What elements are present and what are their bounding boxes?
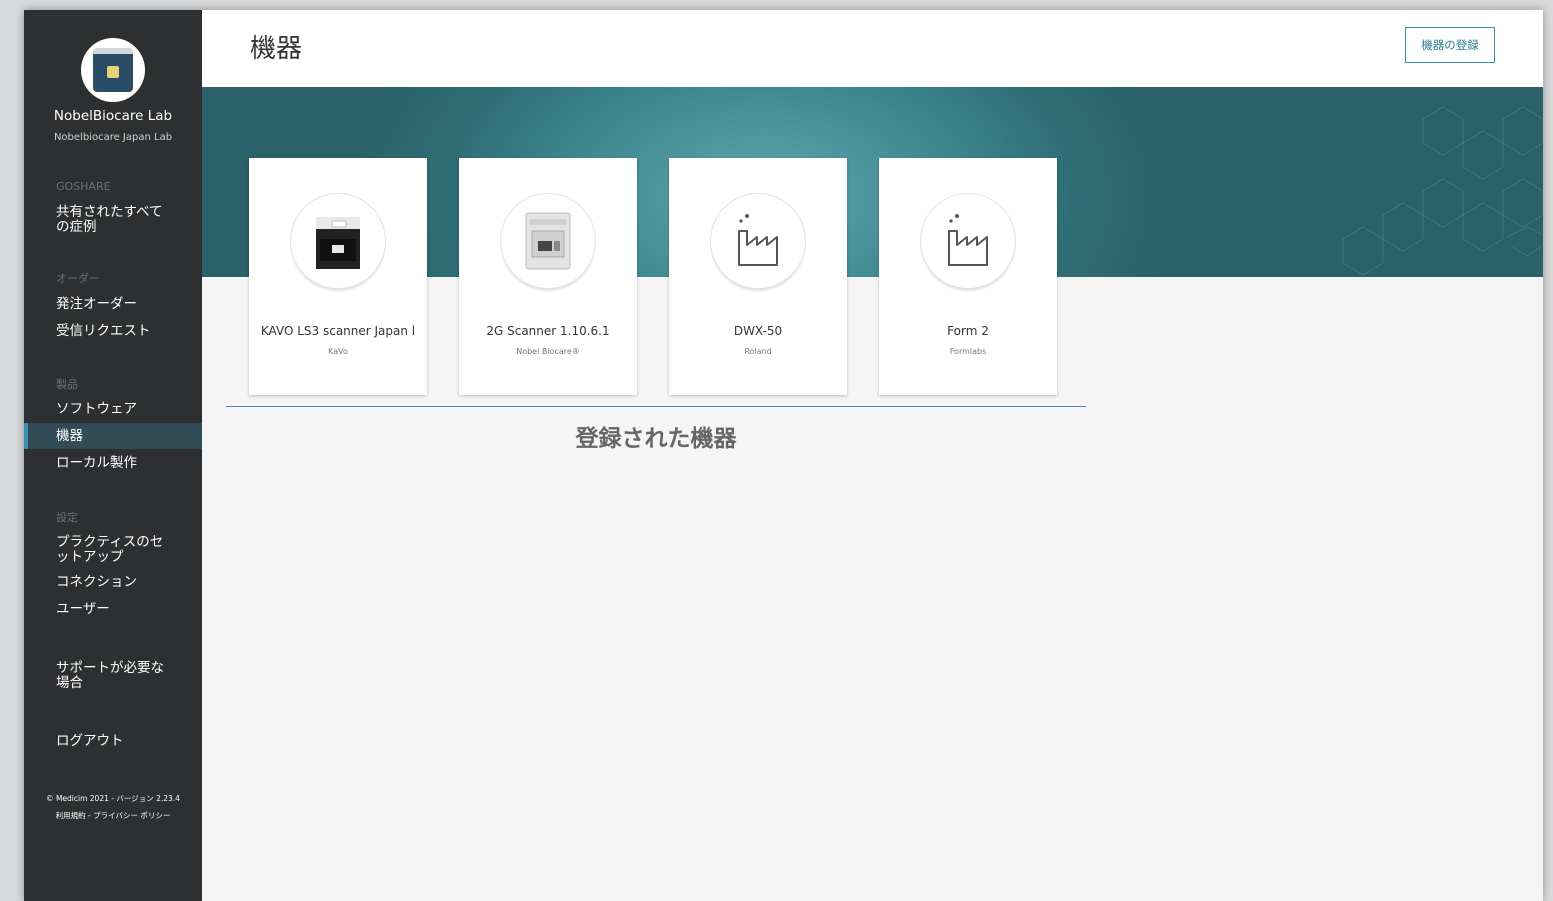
sidebar-item-outgoing-orders[interactable]: 発注オーダー [24, 297, 202, 312]
privacy-link[interactable]: プライバシー ポリシー [93, 811, 170, 820]
device-maker: Formlabs [949, 347, 987, 356]
app-window: NobelBiocare Lab Nobelbiocare Japan Lab … [24, 10, 1543, 901]
sidebar-item-incoming-requests[interactable]: 受信リクエスト [24, 324, 202, 339]
section-goshare: GOSHARE [56, 180, 111, 193]
registered-devices-label: 登録された機器 [575, 426, 737, 452]
sidebar: NobelBiocare Lab Nobelbiocare Japan Lab … [24, 10, 202, 901]
device-name: 2G Scanner 1.10.6.1 [486, 324, 610, 338]
section-divider [226, 406, 1086, 407]
sidebar-item-support[interactable]: サポートが必要な場合 [24, 661, 174, 691]
sidebar-item-connections[interactable]: コネクション [24, 575, 202, 590]
page-title: 機器 [250, 34, 303, 64]
factory-icon [738, 214, 778, 266]
device-card[interactable]: DWX-50 Roland [669, 158, 847, 395]
lab-avatar[interactable] [81, 38, 145, 102]
section-settings: 設定 [56, 511, 78, 524]
device-card[interactable]: Form 2 Formlabs [879, 158, 1057, 395]
copyright-text: © Medicim 2021 - バージョン 2.23.4 [46, 794, 180, 803]
device-card[interactable]: KAVO LS3 scanner Japan l KaVo [249, 158, 427, 395]
sidebar-item-devices[interactable]: 機器 [24, 423, 202, 449]
device-image [710, 193, 806, 289]
hexagon-pattern-decoration [1342, 106, 1543, 276]
lab-subname: Nobelbiocare Japan Lab [53, 132, 173, 143]
section-products: 製品 [56, 378, 78, 391]
device-maker: Roland [744, 347, 772, 356]
scanner-device-icon [525, 212, 571, 270]
section-orders: オーダー [56, 272, 100, 285]
device-name: DWX-50 [733, 324, 783, 338]
device-maker: KaVo [328, 347, 348, 356]
register-device-button[interactable]: 機器の登録 [1405, 27, 1495, 63]
footer-links: 利用規約 - プライバシー ポリシー [24, 810, 202, 821]
sidebar-item-shared-cases[interactable]: 共有されたすべての症例 [24, 205, 174, 235]
sidebar-item-users[interactable]: ユーザー [24, 602, 202, 617]
factory-icon [948, 214, 988, 266]
device-image [920, 193, 1016, 289]
sidebar-item-local-production[interactable]: ローカル製作 [24, 456, 202, 471]
lab-device-image [93, 48, 133, 92]
footer-separator: - [85, 811, 94, 820]
sidebar-item-practice-setup[interactable]: プラクティスのセットアップ [24, 535, 174, 565]
device-image [290, 193, 386, 289]
terms-link[interactable]: 利用規約 [56, 811, 86, 820]
device-image [500, 193, 596, 289]
scanner-device-icon [316, 217, 360, 269]
device-maker: Nobel Biocare® [516, 347, 580, 356]
lab-name: NobelBiocare Lab [53, 108, 173, 124]
device-name: Form 2 [947, 324, 989, 338]
top-bar: 機器 機器の登録 [202, 10, 1543, 87]
device-card[interactable]: 2G Scanner 1.10.6.1 Nobel Biocare® [459, 158, 637, 395]
sidebar-item-software[interactable]: ソフトウェア [24, 402, 202, 417]
device-name: KAVO LS3 scanner Japan l [260, 324, 416, 338]
sidebar-item-logout[interactable]: ログアウト [24, 734, 202, 749]
